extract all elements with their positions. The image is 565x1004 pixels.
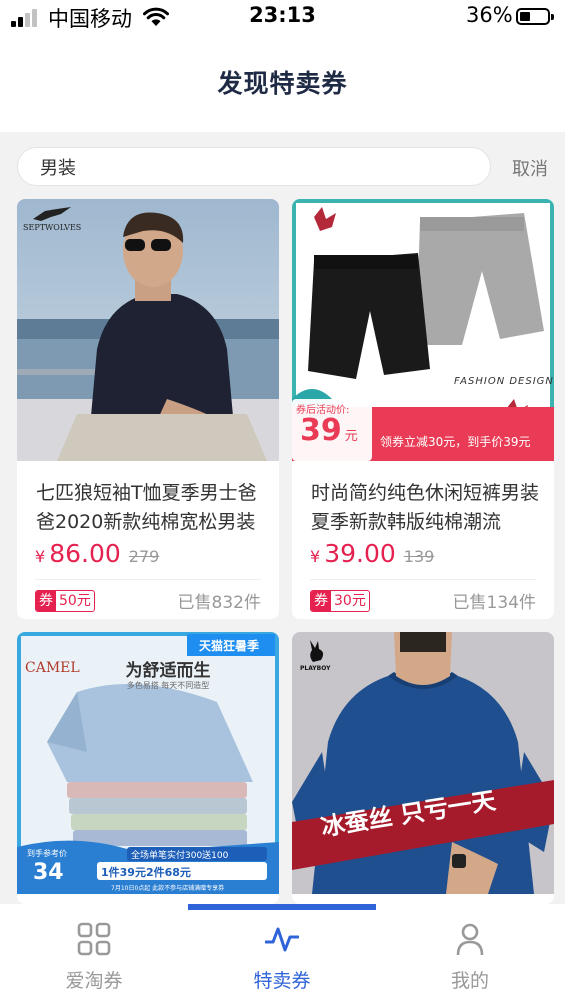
divider <box>310 579 536 580</box>
tab-label: 特卖券 <box>253 970 311 992</box>
page-title: 发现特卖券 <box>217 69 348 98</box>
sold-count: 已售134件 <box>452 593 536 613</box>
playboy-brand-logo: PLAYBOY <box>300 665 331 672</box>
battery-percent: 36% <box>466 3 513 27</box>
tab-bar: 爱淘券 特卖券 我的 <box>0 904 565 1004</box>
product-image[interactable]: FASHION DESIGN 券后活动价: 39 元 领券立减30元，到手价39元 <box>292 199 554 461</box>
original-price: 279 <box>128 547 160 566</box>
image-price: 34 <box>33 860 64 885</box>
wolf-logo-icon <box>33 207 71 221</box>
divider <box>35 579 261 580</box>
image-headline: 为舒适而生 <box>125 661 211 681</box>
pulse-icon <box>265 927 299 952</box>
product-title[interactable]: 时尚简约纯色休闲短裤男装夏季新款韩版纯棉潮流 <box>311 479 543 537</box>
status-bar: 中国移动 23:13 36% <box>0 0 565 34</box>
tab-label: 我的 <box>450 970 489 992</box>
content-area[interactable]: 取消 <box>0 132 565 904</box>
brand-logo: SEPTWOLVES <box>23 223 82 232</box>
product-image[interactable]: SEPTWOLVES <box>17 199 279 461</box>
promo-banner: 领券立减30元，到手价39元 <box>380 435 531 449</box>
user-icon <box>456 923 484 956</box>
product-image[interactable]: CAMEL 天猫狂暑季 为舒适而生 多色易搭 每天不同造型 到手参考价 34 全… <box>17 632 279 894</box>
coupon-badge: 券 50元 <box>35 590 95 612</box>
image-price-label: 到手参考价 <box>27 849 67 858</box>
product-card[interactable]: FASHION DESIGN 券后活动价: 39 元 领券立减30元，到手价39元… <box>292 199 554 619</box>
tab-te-mai-quan[interactable]: 特卖券 <box>188 904 376 1004</box>
tab-label: 爱淘券 <box>65 970 123 992</box>
tab-ai-tao-quan[interactable]: 爱淘券 <box>0 904 188 1004</box>
image-footer: 7月10日0点起 此款不参与店铺满赠专享券 <box>111 885 225 892</box>
grid-icon <box>77 922 111 956</box>
product-image[interactable]: PLAYBOY 冰蚕丝 只亏一天 <box>292 632 554 894</box>
sold-count: 已售832件 <box>177 593 261 613</box>
product-card[interactable]: CAMEL 天猫狂暑季 为舒适而生 多色易搭 每天不同造型 到手参考价 34 全… <box>17 632 279 904</box>
image-subheadline: 多色易搭 每天不同造型 <box>126 681 210 690</box>
product-price: ¥86.00 279 <box>35 539 160 568</box>
fashion-design-label: FASHION DESIGN <box>454 376 554 387</box>
playboy-logo-icon <box>310 640 324 662</box>
product-card[interactable]: PLAYBOY 冰蚕丝 只亏一天 <box>292 632 554 904</box>
product-price: ¥39.00 139 <box>310 539 435 568</box>
original-price: 139 <box>403 547 435 566</box>
image-promo-1: 全场单笔实付300送100 <box>131 851 229 861</box>
cancel-button[interactable]: 取消 <box>512 155 548 181</box>
product-card[interactable]: SEPTWOLVES 七匹狼短袖T恤夏季男士爸爸2020新款纯棉宽松男装 ¥86… <box>17 199 279 619</box>
coupon-badge: 券 30元 <box>310 590 370 612</box>
tmall-badge: 天猫狂暑季 <box>199 639 260 653</box>
tab-wo-de[interactable]: 我的 <box>376 904 564 1004</box>
product-title[interactable]: 七匹狼短袖T恤夏季男士爸爸2020新款纯棉宽松男装 <box>36 479 268 537</box>
search-input[interactable] <box>17 147 491 186</box>
image-promo-2: 1件39元2件68元 <box>101 866 191 879</box>
battery-icon <box>516 8 554 25</box>
promo-price: 39 元 <box>300 413 358 448</box>
